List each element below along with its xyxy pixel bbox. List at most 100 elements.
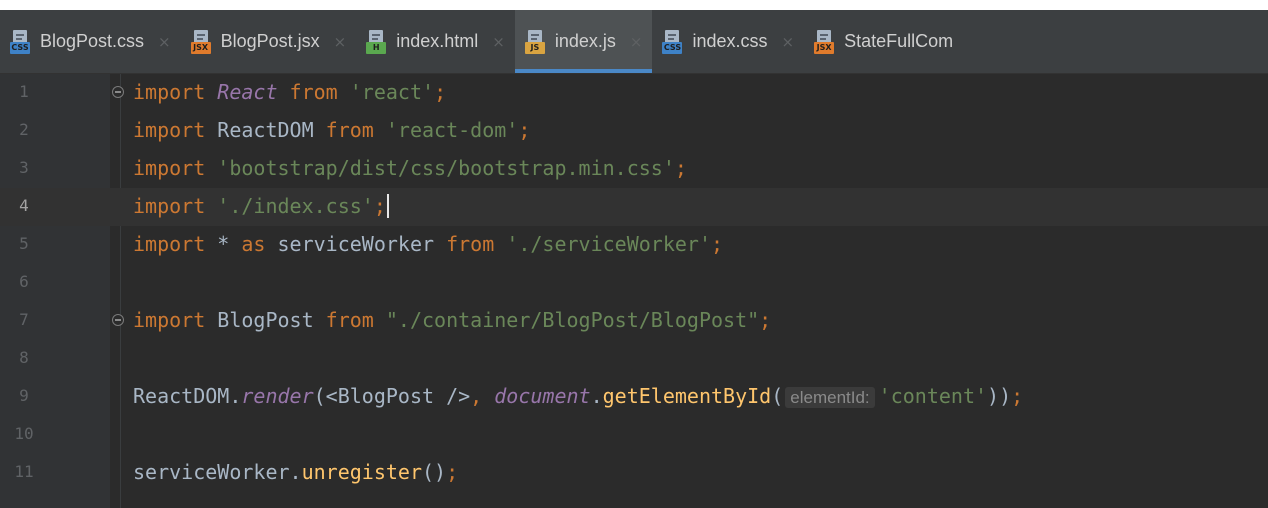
code-token: () xyxy=(422,460,447,484)
line-number: 1 xyxy=(19,82,29,101)
code-token: BlogPost xyxy=(217,308,314,332)
code-token: unregister xyxy=(301,460,422,484)
fold-toggle-icon[interactable] xyxy=(112,314,124,326)
code-line[interactable]: 11 serviceWorker.unregister(); xyxy=(0,454,1268,492)
tab-index-js[interactable]: JS index.js × xyxy=(514,10,653,73)
code-token: import xyxy=(133,308,218,332)
code-token: import xyxy=(133,118,218,142)
parameter-hint: elementId: xyxy=(785,387,875,408)
tab-label: index.css xyxy=(692,31,768,51)
code-token: from xyxy=(277,80,350,104)
line-number: 6 xyxy=(19,272,29,291)
code-text: ReactDOM.render(<BlogPost />, document.g… xyxy=(133,383,1023,411)
jsx-file-icon: JSX xyxy=(190,29,213,54)
code-token: document xyxy=(494,384,591,408)
tab-label: index.html xyxy=(396,31,479,51)
css-file-icon: CSS xyxy=(662,29,684,54)
code-token: as xyxy=(241,232,278,256)
tab-label: StateFullCom xyxy=(844,31,954,51)
code-line[interactable]: 4 import './index.css'; xyxy=(0,188,1268,226)
html-file-icon: H xyxy=(366,29,388,54)
code-token: ; xyxy=(674,156,687,180)
tab-blogpost-css[interactable]: CSS BlogPost.css × xyxy=(0,10,181,73)
code-token: from xyxy=(313,308,386,332)
ide-window: CSS BlogPost.css × JSX BlogPost.jsx × Hindex.h… xyxy=(0,10,1268,508)
code-token: 'bootstrap/dist/css/bootstrap.min.css' xyxy=(217,156,675,180)
code-line[interactable]: 2 import ReactDOM from 'react-dom'; xyxy=(0,112,1268,150)
js-file-icon: JS xyxy=(524,29,547,54)
code-token: 'react' xyxy=(349,80,435,104)
code-text: import BlogPost from "./container/BlogPo… xyxy=(133,307,771,333)
line-number: 10 xyxy=(14,424,34,443)
code-token: * xyxy=(217,232,242,256)
code-line[interactable]: 3 import 'bootstrap/dist/css/bootstrap.mi… xyxy=(0,150,1268,188)
code-text: import * as serviceWorker from './servic… xyxy=(133,231,723,257)
tab-label: BlogPost.css xyxy=(40,31,145,51)
code-token: 'content' xyxy=(878,384,988,408)
tab-blogpost-jsx[interactable]: JSX BlogPost.jsx × xyxy=(181,10,357,73)
close-tab-icon[interactable]: × xyxy=(492,33,505,51)
code-token: from xyxy=(434,232,507,256)
code-token: ReactDOM xyxy=(217,118,314,142)
code-token: serviceWorker xyxy=(277,232,435,256)
code-line[interactable]: 1 import React from 'react'; xyxy=(0,74,1268,112)
fold-toggle-icon[interactable] xyxy=(112,86,124,98)
line-number: 11 xyxy=(14,462,34,481)
code-token: React xyxy=(217,80,278,104)
code-token: ; xyxy=(518,118,531,142)
code-token: ; xyxy=(434,80,447,104)
close-tab-icon[interactable]: × xyxy=(334,33,347,51)
code-token: getElementById xyxy=(602,384,772,408)
code-token: ReactDOM. xyxy=(133,384,242,408)
code-text: serviceWorker.unregister(); xyxy=(133,459,458,485)
css-file-icon: CSS xyxy=(10,29,32,54)
tab-index-css[interactable]: CSS index.css × xyxy=(652,10,804,73)
code-text: import 'bootstrap/dist/css/bootstrap.min… xyxy=(133,155,687,181)
close-tab-icon[interactable]: × xyxy=(782,33,795,51)
jsx-file-icon: JSX xyxy=(814,29,836,54)
code-token: import xyxy=(133,80,218,104)
code-token: "./container/BlogPost/BlogPost" xyxy=(385,308,760,332)
code-editor[interactable]: 1 import React from 'react'; 2 import React… xyxy=(0,74,1268,508)
code-token: './index.css' xyxy=(217,194,374,218)
line-number: 7 xyxy=(19,310,29,329)
code-token: './serviceWorker' xyxy=(506,232,712,256)
code-line[interactable]: 8 xyxy=(0,340,1268,378)
code-token: 'react-dom' xyxy=(385,118,519,142)
code-token: ; xyxy=(759,308,772,332)
code-token: import xyxy=(133,194,218,218)
tab-index-html[interactable]: Hindex.html × xyxy=(356,10,515,73)
code-token: import xyxy=(133,232,218,256)
editor-tab-bar: CSS BlogPost.css × JSX BlogPost.jsx × Hindex.h… xyxy=(0,10,1268,74)
code-token: ( xyxy=(771,384,784,408)
code-token: render xyxy=(241,384,314,408)
line-number: 2 xyxy=(19,120,29,139)
code-token: )) xyxy=(987,384,1012,408)
tab-label: index.js xyxy=(554,31,616,51)
code-line[interactable]: 5 import * as serviceWorker from './servi… xyxy=(0,226,1268,264)
code-token: ; xyxy=(1011,384,1024,408)
code-text: import ReactDOM from 'react-dom'; xyxy=(133,117,530,143)
code-token: , xyxy=(470,384,495,408)
code-token: ; xyxy=(711,232,724,256)
close-tab-icon[interactable]: × xyxy=(158,33,171,51)
code-token: serviceWorker. xyxy=(133,460,302,484)
line-number: 8 xyxy=(19,348,29,367)
tab-label: BlogPost.jsx xyxy=(220,31,320,51)
text-caret xyxy=(386,194,389,218)
code-line[interactable]: 6 xyxy=(0,264,1268,302)
line-number: 3 xyxy=(19,158,29,177)
close-tab-icon[interactable]: × xyxy=(630,33,643,51)
code-token: from xyxy=(313,118,386,142)
code-text: import './index.css'; xyxy=(133,193,389,219)
code-line[interactable]: 10 xyxy=(0,416,1268,454)
line-number: 9 xyxy=(19,386,29,405)
code-line[interactable]: 9 ReactDOM.render(<BlogPost />, document.… xyxy=(0,378,1268,416)
code-line[interactable]: 7 import BlogPost from "./container/BlogP… xyxy=(0,302,1268,340)
code-token: ; xyxy=(446,460,459,484)
code-token: (<BlogPost /> xyxy=(313,384,471,408)
tab-statefullcom[interactable]: JSX StateFullCom xyxy=(804,10,963,73)
code-token: ; xyxy=(373,194,386,218)
code-token: . xyxy=(590,384,603,408)
line-number: 5 xyxy=(19,234,29,253)
